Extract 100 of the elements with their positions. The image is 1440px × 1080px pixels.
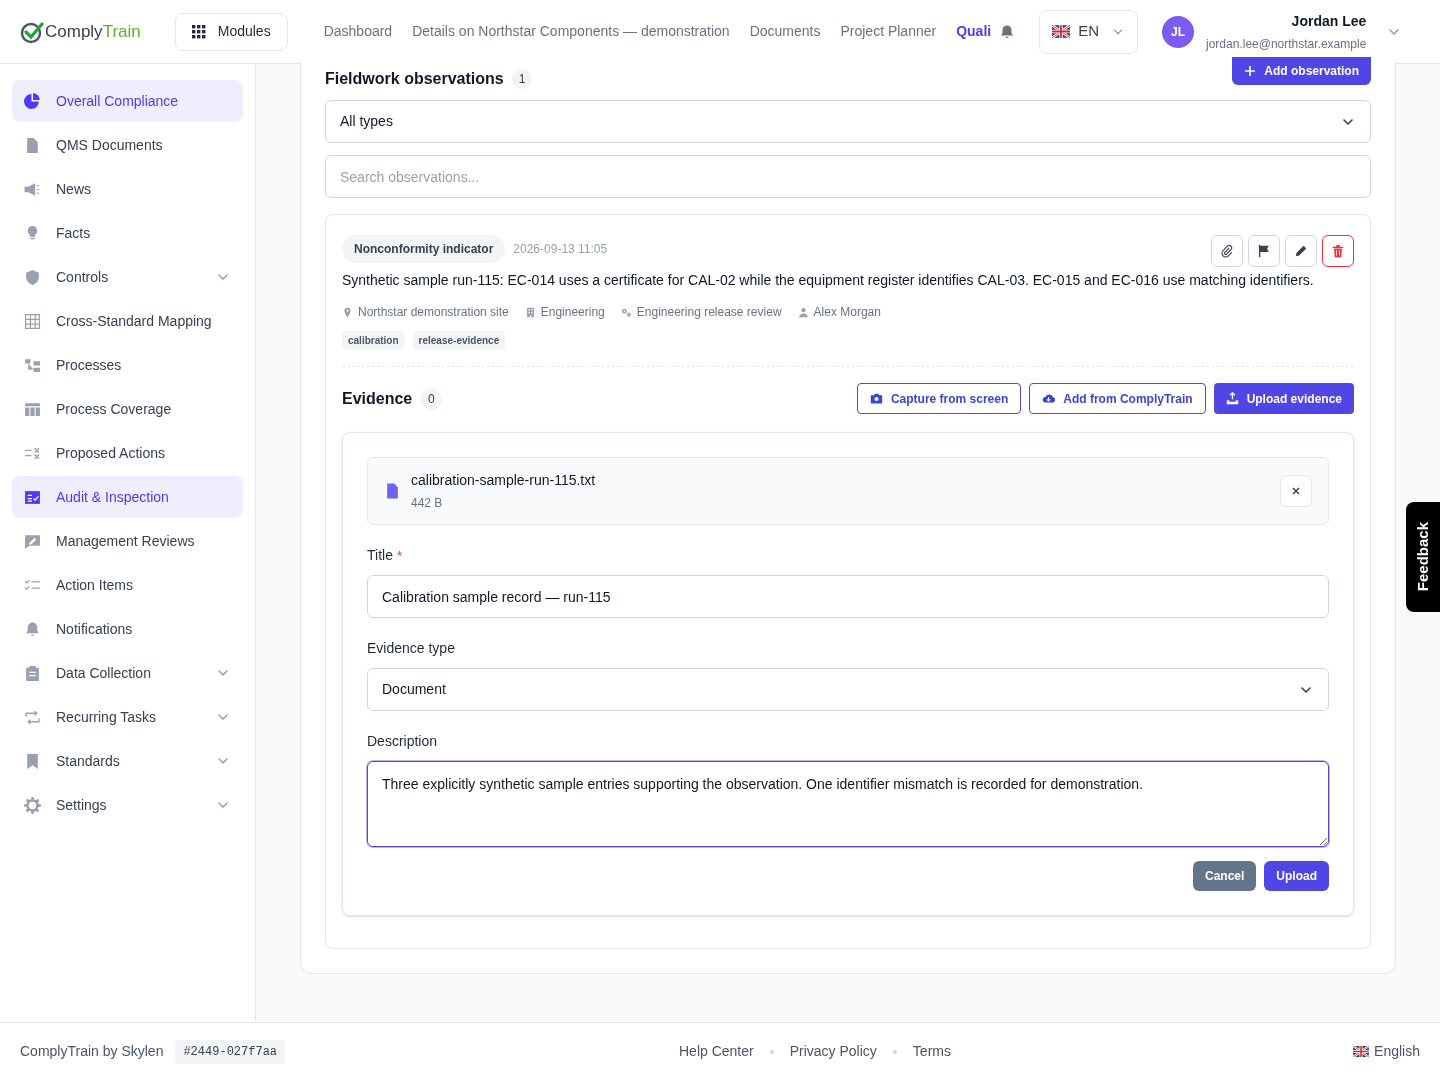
user-email: jordan.lee@northstar.example [1206, 35, 1367, 53]
flag-button[interactable] [1248, 235, 1280, 267]
required-mark: * [396, 546, 402, 565]
building-icon [524, 306, 536, 318]
sidebar-item[interactable]: Cross-Standard Mapping [12, 300, 243, 342]
file-name: calibration-sample-run-115.txt [411, 471, 596, 490]
upload-button[interactable]: Upload [1264, 861, 1329, 891]
field-label: Title [367, 546, 393, 565]
search-field[interactable]: Search observations... [325, 155, 1371, 198]
sidebar-item[interactable]: Management Reviews [12, 520, 243, 562]
pie-chart-icon [24, 92, 41, 110]
observation-text: Synthetic sample run-115: EC-014 uses a certificate for CAL-02 while the equipment register identifies CAL-03. EC-015 and EC-016 use matching identifiers. [342, 271, 1315, 290]
evidence-title: Evidence [342, 388, 413, 409]
clipboard-icon [24, 664, 41, 682]
meta-text: Engineering release review [636, 304, 782, 321]
bell-icon [999, 23, 1016, 40]
grid-icon [191, 24, 206, 39]
sidebar-item[interactable]: Audit & Inspection [12, 476, 243, 518]
add-observation-button[interactable]: Add observation [1232, 57, 1371, 85]
pin-icon [342, 306, 353, 318]
feedback-tab[interactable]: Feedback [1406, 502, 1440, 612]
upload-button[interactable]: Upload evidence [1213, 383, 1354, 414]
language-link[interactable]: English [1374, 1041, 1420, 1062]
attach-button[interactable] [1211, 235, 1243, 267]
user-name: Jordan Lee [1291, 11, 1367, 31]
sidebar-item[interactable]: Proposed Actions [12, 432, 243, 474]
meta-text: Alex Morgan [813, 304, 881, 321]
cloud-download-icon [1042, 392, 1056, 405]
library-button[interactable]: Add from ComplyTrain [1029, 383, 1206, 414]
upload-icon [1225, 392, 1239, 405]
tag: release-evidence [412, 331, 506, 350]
sidebar-item[interactable]: Processes [12, 344, 243, 386]
nav-link[interactable]: Documents [749, 21, 821, 42]
close-icon [1290, 485, 1302, 497]
title-field[interactable]: Calibration sample record — run-115 [367, 575, 1329, 618]
meta-text: Northstar demonstration site [358, 304, 509, 321]
type-filter-select[interactable]: All types [325, 100, 1371, 143]
modules-button[interactable]: Modules [174, 12, 288, 51]
capture-button[interactable]: Capture from screen [856, 383, 1022, 414]
field-label: Evidence type [367, 639, 455, 658]
timestamp: 2026-09-13 11:05 [513, 241, 608, 258]
notifications-button[interactable] [999, 23, 1016, 40]
sidebar-item[interactable]: Standards [12, 740, 243, 782]
language-button[interactable]: EN [1039, 9, 1139, 54]
logo-text: ComplyTrain [45, 20, 141, 43]
nav-link[interactable]: Project Planner [840, 21, 937, 42]
separator-dot-icon [892, 1049, 897, 1054]
document-icon [24, 136, 41, 154]
evidence-type-select[interactable]: Document [367, 668, 1329, 711]
tag: calibration [342, 331, 405, 350]
sidebar-item[interactable]: News [12, 168, 243, 210]
sidebar-item[interactable]: Action Items [12, 564, 243, 606]
nav-link[interactable]: Dashboard [323, 21, 393, 42]
file-icon [384, 481, 401, 501]
cancel-button[interactable]: Cancel [1192, 861, 1257, 891]
edit-button[interactable] [1285, 235, 1317, 267]
build-id: #2449-027f7aa [175, 1039, 286, 1064]
shield-icon [24, 268, 41, 286]
bookmark-icon [24, 752, 41, 770]
file-size: 442 B [411, 495, 444, 512]
sidebar-item[interactable]: Settings [12, 784, 243, 826]
sidebar-item[interactable]: Overall Compliance [12, 80, 243, 122]
plus-icon [1244, 65, 1257, 77]
checklist-icon [24, 488, 41, 506]
footer-link[interactable]: Help Center [679, 1041, 754, 1062]
footer-link[interactable]: Terms [912, 1041, 951, 1062]
delete-button[interactable] [1322, 235, 1354, 267]
settings-icon [24, 796, 41, 814]
camera-icon [869, 392, 883, 405]
chat-edit-icon [24, 532, 41, 550]
table-icon [24, 400, 41, 418]
count-badge: 0 [420, 387, 443, 410]
grid-icon [24, 312, 41, 330]
check-circle-icon [20, 19, 44, 44]
meta-text: Engineering [540, 304, 605, 321]
hierarchy-icon [24, 356, 41, 374]
sidebar-item[interactable]: QMS Documents [12, 124, 243, 166]
footer-link[interactable]: Privacy Policy [789, 1041, 877, 1062]
nav-link[interactable]: Details on Northstar Components — demonstration [412, 21, 730, 42]
user-avatar[interactable]: JL [1162, 15, 1195, 48]
description-field[interactable]: Three explicitly synthetic sample entries supporting the observation. One identifier mismatch is recorded for demonstration. [367, 761, 1329, 847]
count-badge: 1 [511, 69, 533, 89]
sidebar-item[interactable]: Controls [12, 256, 243, 298]
remove-file-button[interactable] [1280, 475, 1312, 507]
footer-brand: ComplyTrain by Skylen [20, 1042, 164, 1061]
sidebar-item[interactable]: Recurring Tasks [12, 696, 243, 738]
gears-icon [620, 306, 632, 318]
sidebar-item[interactable]: Process Coverage [12, 388, 243, 430]
sidebar-item[interactable]: Facts [12, 212, 243, 254]
section-title: Fieldwork observations [325, 69, 504, 89]
separator-dot-icon [769, 1049, 774, 1054]
trash-icon [1331, 244, 1345, 258]
pencil-icon [1294, 244, 1308, 258]
flag-icon [1052, 25, 1071, 38]
sidebar-item[interactable]: Notifications [12, 608, 243, 650]
flag-icon [1353, 1046, 1370, 1057]
flag-icon [1257, 244, 1271, 258]
nav-link[interactable]: Quali [956, 21, 992, 42]
person-icon [797, 306, 809, 318]
sidebar-item[interactable]: Data Collection [12, 652, 243, 694]
